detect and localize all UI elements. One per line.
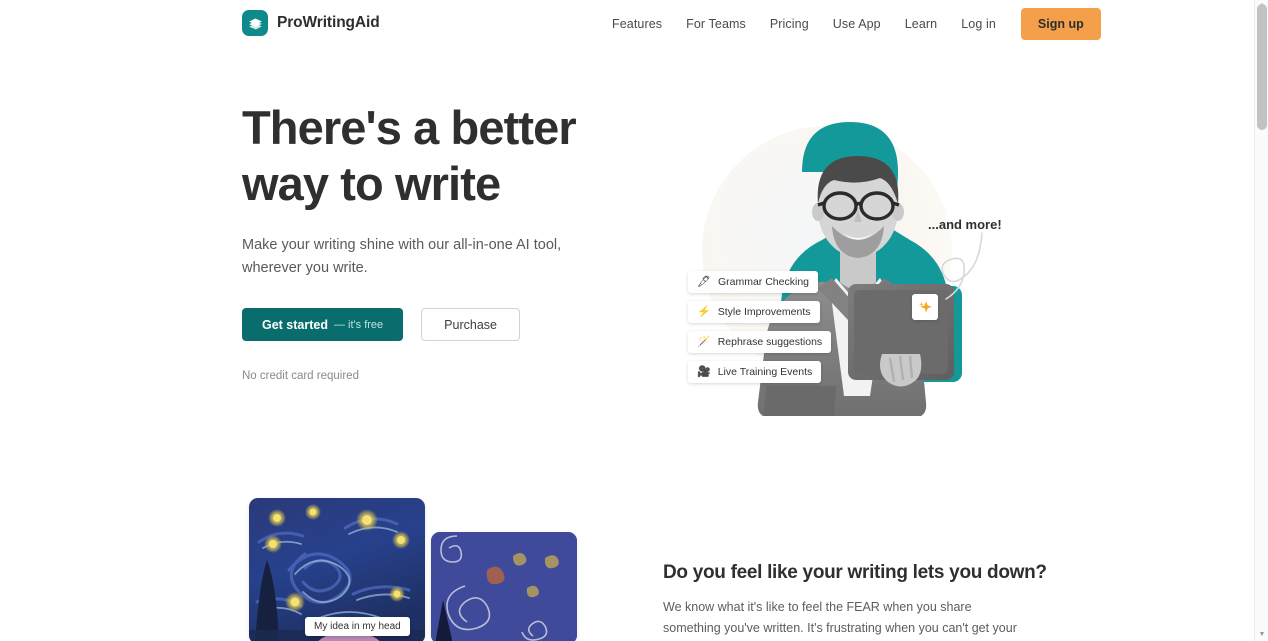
feature-chip-label: Live Training Events: [717, 366, 813, 378]
nav-link-features[interactable]: Features: [600, 11, 674, 37]
sign-up-button[interactable]: Sign up: [1020, 8, 1101, 40]
nav-link-use-app[interactable]: Use App: [821, 11, 893, 37]
main-navigation: Features For Teams Pricing Use App Learn…: [600, 0, 1101, 48]
scroll-down-arrow-icon[interactable]: ▼: [1255, 629, 1268, 641]
feature-chip-label: Style Improvements: [717, 306, 811, 318]
sparkles-badge: [912, 294, 938, 320]
hero-actions: Get started — it's free Purchase: [242, 308, 642, 341]
starry-night-comparison: My idea in my head: [249, 498, 629, 641]
feature-chip-grammar-checking: 🖋 Grammar Checking: [688, 271, 818, 293]
hero-title: There's a better way to write: [242, 100, 642, 212]
purchase-button[interactable]: Purchase: [421, 308, 520, 341]
get-started-button[interactable]: Get started — it's free: [242, 308, 404, 341]
get-started-label: Get started: [262, 317, 328, 332]
get-started-free-note: — it's free: [334, 318, 384, 331]
hero-title-line-1: There's a better: [242, 101, 577, 154]
nav-link-pricing[interactable]: Pricing: [758, 11, 821, 37]
hero-title-line-2: way to write: [242, 157, 501, 210]
video-camera-icon: 🎥: [697, 365, 711, 378]
magic-wand-icon: 🪄: [697, 335, 711, 348]
squiggle-pointer-icon: [941, 232, 983, 300]
my-idea-caption: My idea in my head: [305, 617, 410, 636]
feature-chip-list: 🖋 Grammar Checking ⚡ Style Improvements …: [688, 271, 838, 391]
no-credit-card-note: No credit card required: [242, 370, 359, 382]
feature-chip-label: Grammar Checking: [717, 276, 809, 288]
feature-chip-style-improvements: ⚡ Style Improvements: [688, 301, 820, 323]
and-more-label: ...and more!: [928, 217, 1002, 232]
nav-link-learn[interactable]: Learn: [893, 11, 949, 37]
scrollbar-thumb[interactable]: [1257, 4, 1267, 130]
sparkles-icon: [918, 300, 932, 312]
brand-name: ProWritingAid: [277, 14, 380, 31]
lightning-bolt-icon: ⚡: [697, 305, 711, 318]
feature-chip-rephrase-suggestions: 🪄 Rephrase suggestions: [688, 331, 832, 353]
writing-lets-you-down-section: My idea in my head Do you feel like your…: [0, 478, 1254, 641]
hero-subtitle: Make your writing shine with our all-in-…: [242, 237, 562, 276]
nav-link-log-in[interactable]: Log in: [949, 11, 1008, 37]
feature-chip-label: Rephrase suggestions: [717, 336, 823, 348]
feature-chip-live-training-events: 🎥 Live Training Events: [688, 361, 822, 383]
crude-drawing-card: [431, 532, 577, 641]
page-viewport: ProWritingAid Features For Teams Pricing…: [0, 0, 1254, 641]
nav-link-for-teams[interactable]: For Teams: [674, 11, 758, 37]
prowritingaid-logo-icon: [242, 10, 268, 36]
brand-logo-link[interactable]: ProWritingAid: [242, 10, 380, 36]
fountain-pen-icon: 🖋: [697, 275, 711, 288]
hero-illustration: ...and more! 🖋 Grammar Checking ⚡ Style …: [660, 106, 1010, 436]
hero-copy: There's a better way to write Make your …: [242, 100, 642, 382]
section-two-title: Do you feel like your writing lets you d…: [663, 562, 1047, 583]
page-scrollbar[interactable]: ▲ ▼: [1254, 0, 1268, 641]
section-two-copy: Do you feel like your writing lets you d…: [663, 562, 1047, 641]
site-header: ProWritingAid Features For Teams Pricing…: [0, 0, 1254, 48]
hero-section: There's a better way to write Make your …: [0, 48, 1254, 478]
section-two-body: We know what it's like to feel the FEAR …: [663, 600, 1017, 635]
